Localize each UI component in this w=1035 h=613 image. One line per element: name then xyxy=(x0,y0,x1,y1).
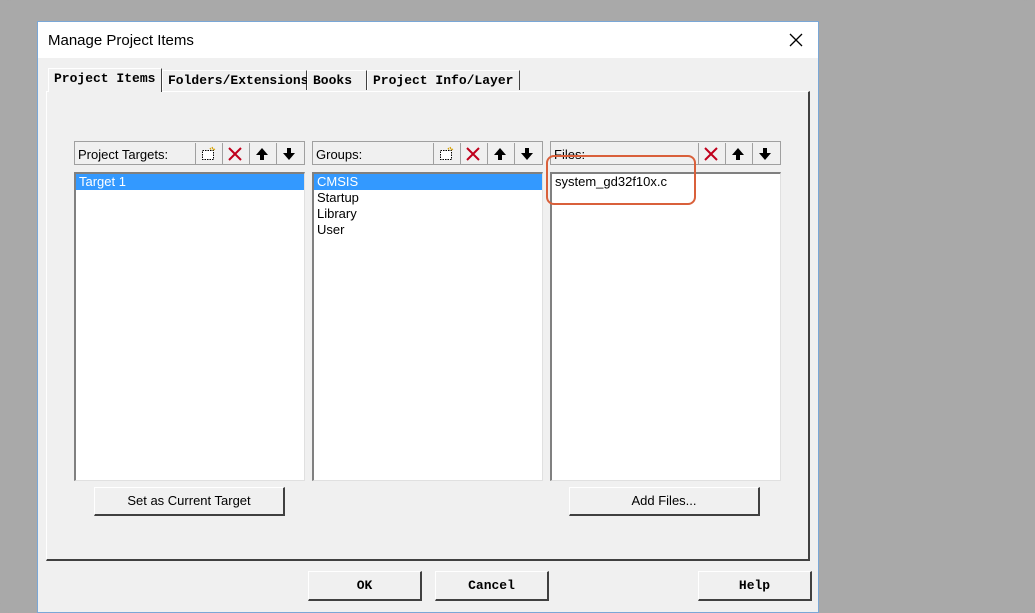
move-down-arrow-icon xyxy=(282,148,295,160)
groups-pane: Groups: CMSIS Startup Library User xyxy=(312,141,543,481)
annotation-highlight-box xyxy=(546,155,696,205)
manage-project-items-dialog: Manage Project Items Project Items Folde… xyxy=(37,21,819,613)
help-button[interactable]: Help xyxy=(698,571,812,601)
move-file-up-button[interactable] xyxy=(725,143,749,165)
move-target-up-button[interactable] xyxy=(249,143,273,165)
project-targets-label: Project Targets: xyxy=(78,147,169,162)
tab-books[interactable]: Books xyxy=(307,70,367,90)
delete-target-button[interactable] xyxy=(222,143,246,165)
set-current-target-button[interactable]: Set as Current Target xyxy=(94,487,285,516)
move-up-arrow-icon xyxy=(731,148,744,160)
window-title: Manage Project Items xyxy=(48,32,194,49)
ok-label: OK xyxy=(356,578,373,593)
close-icon xyxy=(789,33,803,47)
move-down-arrow-icon xyxy=(520,148,533,160)
project-targets-header: Project Targets: xyxy=(74,141,305,165)
delete-group-button[interactable] xyxy=(460,143,484,165)
delete-x-icon xyxy=(227,147,242,161)
cancel-label: Cancel xyxy=(468,578,515,593)
groups-header: Groups: xyxy=(312,141,543,165)
new-group-button[interactable] xyxy=(433,143,457,165)
delete-file-button[interactable] xyxy=(698,143,722,165)
groups-list[interactable]: CMSIS Startup Library User xyxy=(312,172,543,481)
list-item[interactable]: CMSIS xyxy=(314,174,542,190)
help-label: Help xyxy=(738,578,771,593)
files-list[interactable]: system_gd32f10x.c xyxy=(550,172,781,481)
list-item[interactable]: Library xyxy=(314,206,542,222)
add-files-button[interactable]: Add Files... xyxy=(569,487,760,516)
new-target-button[interactable] xyxy=(195,143,219,165)
title-bar: Manage Project Items xyxy=(38,22,818,58)
tab-folders-extensions[interactable]: Folders/Extensions xyxy=(162,70,309,90)
list-item[interactable]: Target 1 xyxy=(76,174,304,190)
move-file-down-button[interactable] xyxy=(752,143,776,165)
new-item-icon xyxy=(439,146,453,160)
delete-x-icon xyxy=(703,147,718,161)
tab-project-items[interactable]: Project Items xyxy=(48,68,162,92)
cancel-button[interactable]: Cancel xyxy=(435,571,549,601)
set-current-target-label: Set as Current Target xyxy=(127,493,251,508)
ok-button[interactable]: OK xyxy=(308,571,422,601)
tab-label: Books xyxy=(313,73,353,88)
new-item-icon xyxy=(201,146,215,160)
move-group-down-button[interactable] xyxy=(514,143,538,165)
list-item[interactable]: Startup xyxy=(314,190,542,206)
close-button[interactable] xyxy=(774,22,818,58)
delete-x-icon xyxy=(465,147,480,161)
tab-label: Folders/Extensions xyxy=(168,73,309,88)
move-up-arrow-icon xyxy=(493,148,506,160)
list-item[interactable]: User xyxy=(314,222,542,238)
move-target-down-button[interactable] xyxy=(276,143,300,165)
tab-project-info-layer[interactable]: Project Info/Layer xyxy=(367,70,520,90)
groups-label: Groups: xyxy=(316,147,363,162)
tab-label: Project Items xyxy=(54,71,156,86)
project-targets-pane: Project Targets: Target 1 xyxy=(74,141,305,481)
move-up-arrow-icon xyxy=(255,148,268,160)
add-files-label: Add Files... xyxy=(631,493,697,508)
move-down-arrow-icon xyxy=(758,148,771,160)
tab-label: Project Info/Layer xyxy=(373,73,514,88)
project-targets-list[interactable]: Target 1 xyxy=(74,172,305,481)
move-group-up-button[interactable] xyxy=(487,143,511,165)
